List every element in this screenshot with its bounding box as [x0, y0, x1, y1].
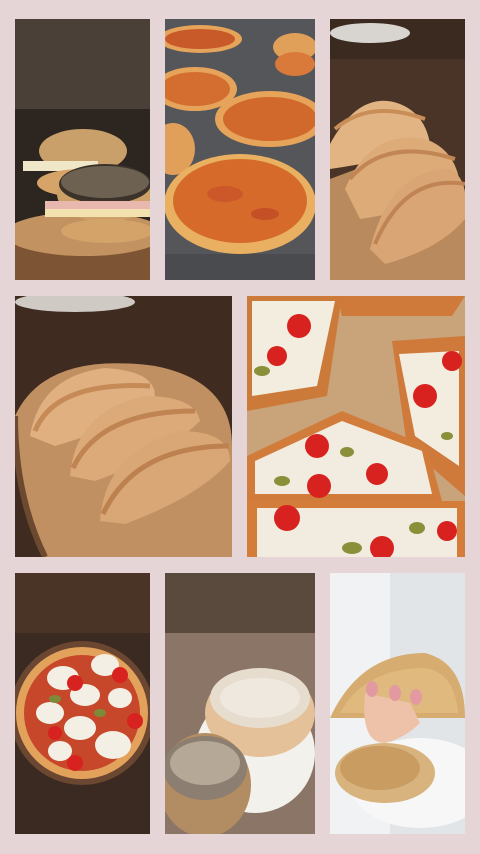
photo-empanadas-top [330, 19, 465, 280]
photo-pizza-margherita [15, 573, 150, 834]
photo-bread-rolls-plate [165, 573, 315, 834]
photo-mini-pizzas-rack [165, 19, 315, 280]
photo-bread-sandwiches [15, 19, 150, 280]
photo-collage [0, 0, 480, 854]
photo-empanadas-board [15, 296, 232, 557]
photo-pizza-slices [247, 296, 465, 557]
photo-tortillas [330, 573, 465, 834]
